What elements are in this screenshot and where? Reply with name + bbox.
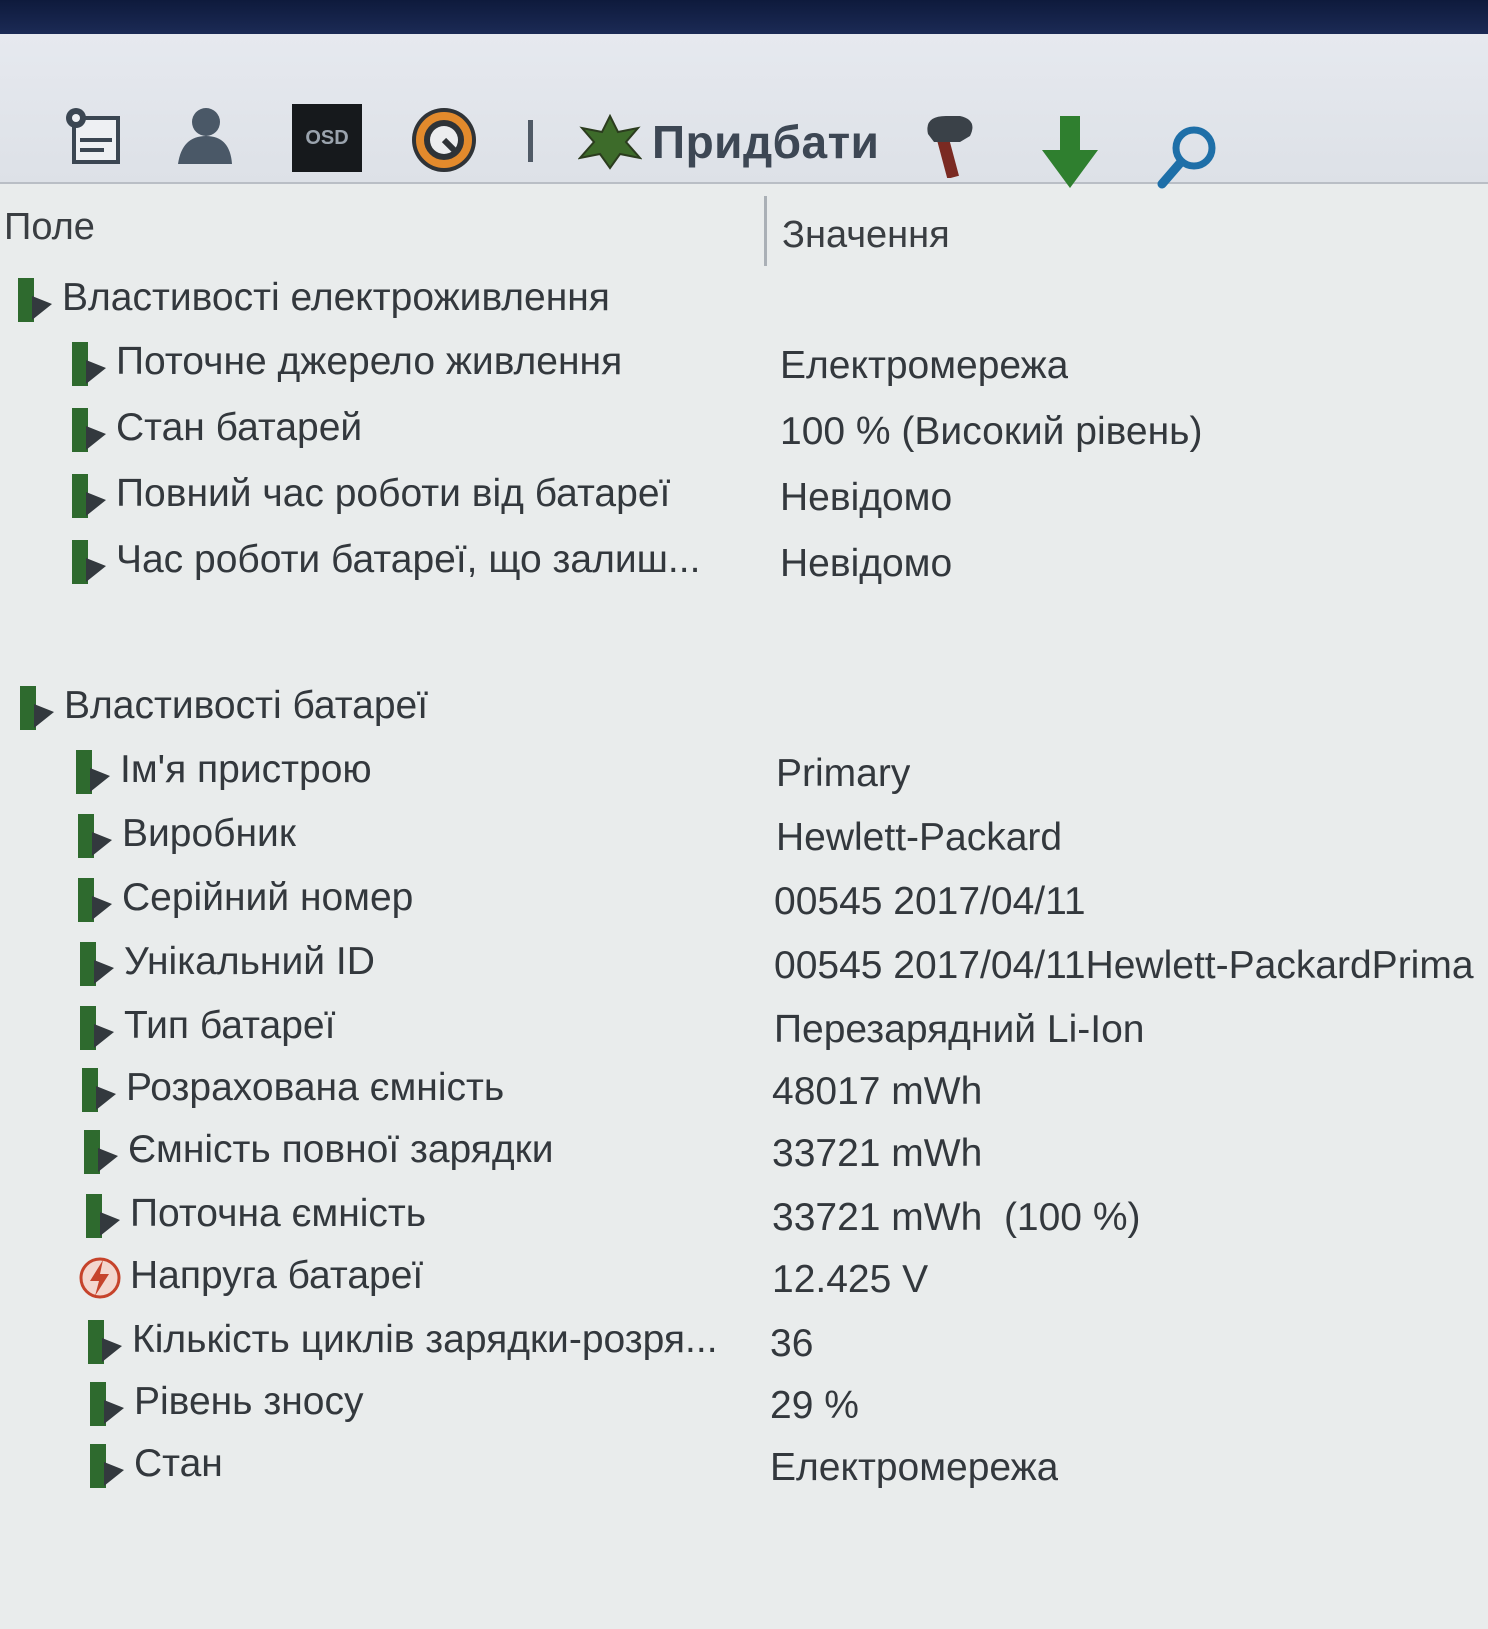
field-name: Тип батареї bbox=[124, 1004, 336, 1047]
field-name: Розрахована ємність bbox=[126, 1066, 505, 1109]
group-header-power[interactable]: Властивості електроживлення bbox=[0, 268, 1488, 328]
field-value: 00545 2017/04/11 bbox=[774, 880, 1086, 923]
list-item[interactable]: Тип батареї Перезарядний Li-Ion bbox=[0, 996, 1488, 1056]
report-icon[interactable] bbox=[60, 104, 124, 168]
list-item[interactable]: Стан Електромережа bbox=[0, 1434, 1488, 1494]
battery-icon bbox=[70, 746, 114, 798]
field-value: Primary bbox=[776, 752, 911, 795]
buy-star-icon bbox=[578, 114, 642, 170]
field-name: Стан bbox=[134, 1442, 223, 1485]
field-value: 36 bbox=[770, 1322, 814, 1365]
field-name: Повний час роботи від батареї bbox=[116, 472, 671, 515]
voltage-icon bbox=[78, 1252, 122, 1304]
buy-button[interactable]: Придбати bbox=[578, 112, 879, 172]
battery-icon bbox=[82, 1316, 126, 1368]
battery-icon bbox=[76, 1064, 120, 1116]
field-value: 100 % (Високий рівень) bbox=[780, 410, 1203, 453]
field-value: Невідомо bbox=[780, 476, 953, 519]
battery-icon bbox=[74, 1002, 118, 1054]
osd-icon[interactable]: OSD bbox=[292, 104, 362, 172]
field-name: Ім'я пристрою bbox=[120, 748, 372, 791]
battery-icon bbox=[74, 938, 118, 990]
list-item[interactable]: Час роботи батареї, що залиш... Невідомо bbox=[0, 530, 1488, 590]
battery-icon bbox=[12, 274, 56, 326]
window-top-edge bbox=[0, 0, 1488, 34]
field-value: Невідомо bbox=[780, 542, 953, 585]
list-item[interactable]: Ємність повної зарядки 33721 mWh bbox=[0, 1120, 1488, 1180]
column-header: Поле Значення bbox=[0, 184, 1488, 266]
field-name: Ємність повної зарядки bbox=[128, 1128, 554, 1171]
group-header-battery[interactable]: Властивості батареї bbox=[0, 676, 1488, 736]
user-icon[interactable] bbox=[172, 104, 234, 166]
battery-icon bbox=[66, 470, 110, 522]
search-icon[interactable] bbox=[1156, 124, 1218, 190]
field-name: Стан батарей bbox=[116, 406, 363, 449]
toolbar-separator bbox=[528, 120, 533, 162]
field-name: Рівень зносу bbox=[134, 1380, 364, 1423]
column-header-field[interactable]: Поле bbox=[4, 206, 95, 249]
wrench-icon[interactable] bbox=[920, 112, 982, 178]
list-item[interactable]: Серійний номер 00545 2017/04/11 bbox=[0, 868, 1488, 928]
list-item[interactable]: Поточна ємність 33721 mWh (100 %) bbox=[0, 1184, 1488, 1244]
toolbar: OSD Придбати bbox=[0, 34, 1488, 189]
field-value: Перезарядний Li-Ion bbox=[774, 1008, 1145, 1051]
field-name: Напруга батареї bbox=[130, 1254, 424, 1297]
buy-label: Придбати bbox=[652, 116, 880, 168]
field-name: Час роботи батареї, що залиш... bbox=[116, 538, 701, 581]
battery-icon bbox=[78, 1126, 122, 1178]
battery-icon bbox=[66, 536, 110, 588]
field-value: Hewlett-Packard bbox=[776, 816, 1063, 859]
field-value: 48017 mWh bbox=[772, 1070, 983, 1113]
list-item[interactable]: Унікальний ID 00545 2017/04/11Hewlett-Pa… bbox=[0, 932, 1488, 992]
list-item[interactable]: Повний час роботи від батареї Невідомо bbox=[0, 464, 1488, 524]
group-title: Властивості батареї bbox=[64, 684, 429, 727]
field-value: 33721 mWh bbox=[772, 1132, 983, 1175]
list-item[interactable]: Поточне джерело живлення Електромережа bbox=[0, 332, 1488, 392]
battery-icon bbox=[84, 1440, 128, 1492]
battery-icon bbox=[66, 404, 110, 456]
field-name: Кількість циклів зарядки-розря... bbox=[132, 1318, 718, 1361]
field-name: Поточне джерело живлення bbox=[116, 340, 623, 383]
list-item[interactable]: Напруга батареї 12.425 V bbox=[0, 1246, 1488, 1306]
battery-icon bbox=[66, 338, 110, 390]
list-item[interactable]: Розрахована ємність 48017 mWh bbox=[0, 1058, 1488, 1118]
field-name: Унікальний ID bbox=[124, 940, 375, 983]
battery-icon bbox=[84, 1378, 128, 1430]
osd-label: OSD bbox=[305, 126, 349, 149]
list-item[interactable]: Виробник Hewlett-Packard bbox=[0, 804, 1488, 864]
field-value: Електромережа bbox=[770, 1446, 1059, 1489]
download-arrow-icon[interactable] bbox=[1040, 114, 1100, 190]
gauge-icon[interactable] bbox=[410, 106, 478, 174]
list-item[interactable]: Ім'я пристрою Primary bbox=[0, 740, 1488, 800]
battery-icon bbox=[14, 682, 58, 734]
field-value: 29 % bbox=[770, 1384, 859, 1427]
group-title: Властивості електроживлення bbox=[62, 276, 610, 319]
column-header-value[interactable]: Значення bbox=[782, 214, 950, 257]
field-name: Поточна ємність bbox=[130, 1192, 427, 1235]
field-name: Виробник bbox=[122, 812, 296, 855]
list-item[interactable]: Кількість циклів зарядки-розря... 36 bbox=[0, 1310, 1488, 1370]
list-item[interactable]: Стан батарей 100 % (Високий рівень) bbox=[0, 398, 1488, 458]
battery-icon bbox=[72, 874, 116, 926]
battery-icon bbox=[72, 810, 116, 862]
field-name: Серійний номер bbox=[122, 876, 414, 919]
list-item[interactable]: Рівень зносу 29 % bbox=[0, 1372, 1488, 1432]
battery-icon bbox=[80, 1190, 124, 1242]
column-divider[interactable] bbox=[764, 196, 767, 266]
field-value: 00545 2017/04/11Hewlett-PackardPrima bbox=[774, 944, 1474, 987]
field-value: Електромережа bbox=[780, 344, 1069, 387]
field-value: 33721 mWh (100 %) bbox=[772, 1196, 1141, 1239]
field-value: 12.425 V bbox=[772, 1258, 929, 1301]
